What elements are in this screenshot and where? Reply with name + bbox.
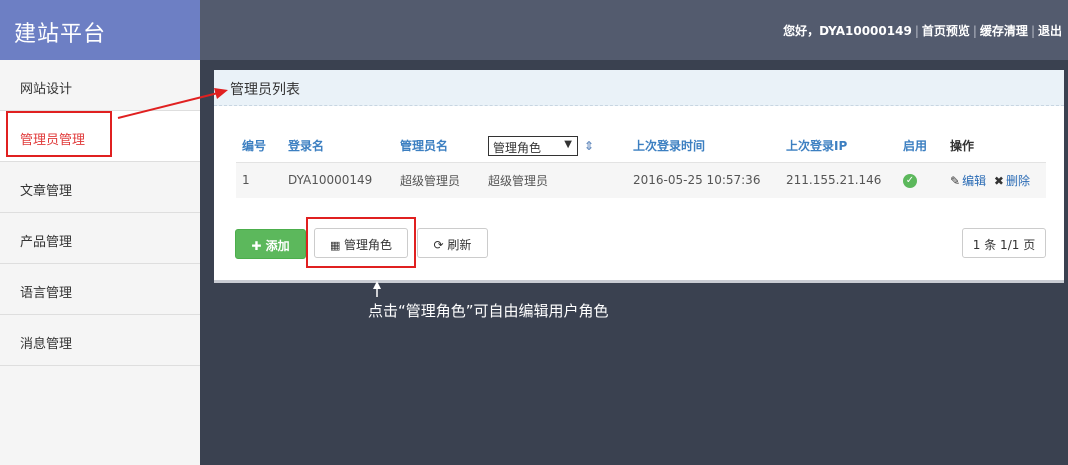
sidebar-item-language-management[interactable]: 语言管理 bbox=[0, 264, 200, 315]
cell-login: DYA10000149 bbox=[282, 162, 394, 198]
refresh-icon: ⟳ bbox=[433, 238, 448, 252]
col-last-login-ip: 上次登录IP bbox=[780, 130, 897, 163]
col-role: 管理角色 ▼ ⇕ bbox=[482, 130, 627, 163]
cell-last-login-time: 2016-05-25 10:57:36 bbox=[627, 162, 780, 198]
table-header-row: 编号 登录名 管理员名 管理角色 ▼ ⇕ 上次登录时间 上次登录IP 启用 操作 bbox=[236, 130, 1046, 163]
col-login: 登录名 bbox=[282, 130, 394, 163]
cell-actions: ✎ 编辑 ✖ 删除 bbox=[944, 162, 1046, 198]
app-logo: 建站平台 bbox=[0, 0, 200, 60]
homepage-preview-link[interactable]: 首页预览 bbox=[922, 24, 970, 38]
greeting-text: 您好， bbox=[783, 24, 820, 38]
cell-id: 1 bbox=[236, 162, 282, 198]
check-circle-icon[interactable]: ✓ bbox=[903, 173, 917, 188]
col-enabled: 启用 bbox=[897, 130, 944, 163]
col-last-login-time: 上次登录时间 bbox=[627, 130, 780, 163]
close-icon[interactable]: ✖ bbox=[994, 174, 1004, 188]
plus-icon: ✚ bbox=[251, 239, 266, 253]
cell-admin-name: 超级管理员 bbox=[394, 162, 482, 198]
add-button-label: 添加 bbox=[265, 239, 290, 253]
logout-link[interactable]: 退出 bbox=[1038, 24, 1062, 38]
table-row: 1 DYA10000149 超级管理员 超级管理员 2016-05-25 10:… bbox=[236, 162, 1046, 198]
nav-separator: | bbox=[1030, 24, 1035, 38]
top-bar: 您好，DYA10000149 | 首页预览 | 缓存清理 | 退出 bbox=[200, 0, 1068, 60]
edit-icon[interactable]: ✎ bbox=[950, 174, 960, 188]
pagination-info: 1 条 1/1 页 bbox=[962, 228, 1046, 258]
sort-icon[interactable]: ⇕ bbox=[584, 139, 594, 153]
top-nav: 您好，DYA10000149 | 首页预览 | 缓存清理 | 退出 bbox=[783, 22, 1062, 39]
delete-link[interactable]: 删除 bbox=[1006, 174, 1030, 188]
refresh-button[interactable]: ⟳ 刷新 bbox=[417, 228, 488, 258]
role-filter-select[interactable]: 管理角色 ▼ bbox=[488, 135, 578, 156]
refresh-button-label: 刷新 bbox=[447, 238, 472, 252]
col-admin-name: 管理员名 bbox=[394, 130, 482, 163]
nav-separator: | bbox=[972, 24, 977, 38]
annotation-box-manage-roles bbox=[306, 217, 416, 268]
sidebar-item-website-design[interactable]: 网站设计 bbox=[0, 60, 200, 111]
role-filter-value: 管理角色 bbox=[493, 140, 542, 155]
nav-separator: | bbox=[914, 24, 919, 38]
sidebar-item-message-management[interactable]: 消息管理 bbox=[0, 315, 200, 366]
chevron-down-icon: ▼ bbox=[564, 138, 572, 150]
col-actions: 操作 bbox=[944, 130, 1046, 163]
annotation-text: 点击“管理角色”可自由编辑用户角色 bbox=[368, 302, 609, 320]
col-id: 编号 bbox=[236, 130, 282, 163]
cell-enabled: ✓ bbox=[897, 162, 944, 198]
cell-role: 超级管理员 bbox=[482, 162, 627, 198]
annotation-box-sidebar bbox=[6, 111, 112, 157]
edit-link[interactable]: 编辑 bbox=[962, 174, 986, 188]
sidebar-item-article-management[interactable]: 文章管理 bbox=[0, 162, 200, 213]
sidebar-item-product-management[interactable]: 产品管理 bbox=[0, 213, 200, 264]
admin-table: 编号 登录名 管理员名 管理角色 ▼ ⇕ 上次登录时间 上次登录IP 启用 操作 1… bbox=[236, 130, 1046, 198]
panel-title: 管理员列表 bbox=[214, 70, 1064, 106]
add-button[interactable]: ✚ 添加 bbox=[235, 229, 306, 259]
clear-cache-link[interactable]: 缓存清理 bbox=[980, 24, 1028, 38]
cell-last-login-ip: 211.155.21.146 bbox=[780, 162, 897, 198]
username-text: DYA10000149 bbox=[819, 24, 912, 38]
